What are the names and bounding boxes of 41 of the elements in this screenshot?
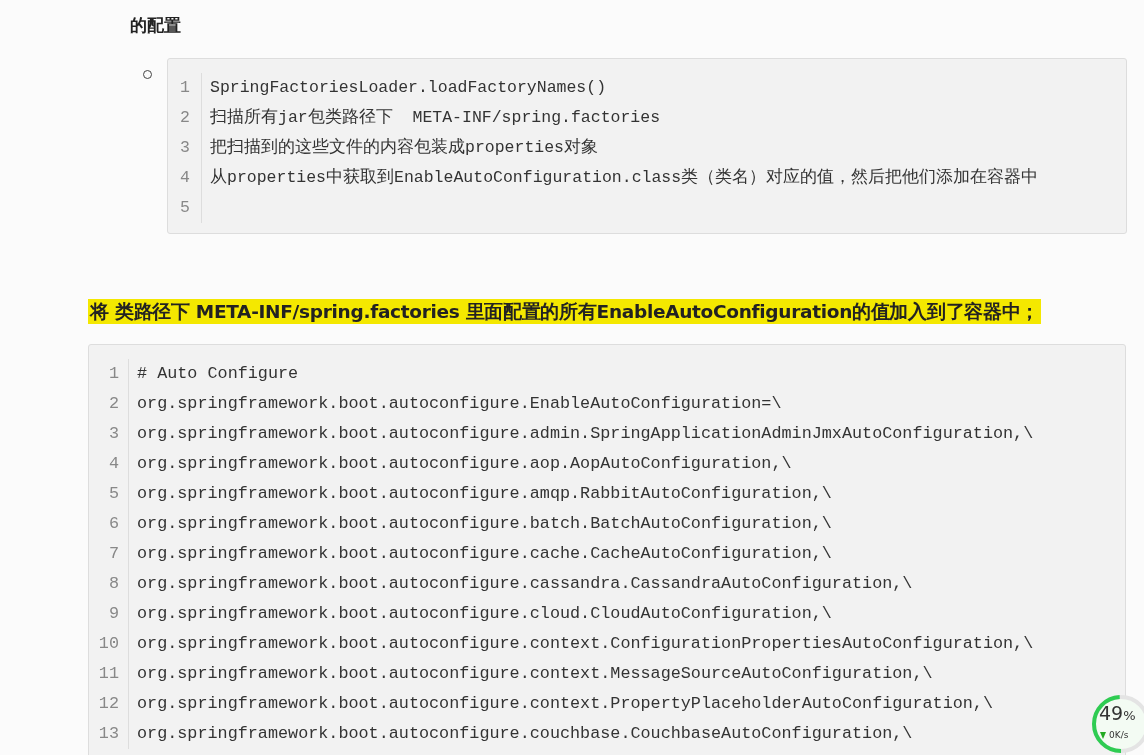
line-number: 13: [97, 723, 119, 745]
code-line: 从properties中获取到EnableAutoConfiguration.class类（类名）对应的值，然后把他们添加在容器中: [210, 166, 1039, 189]
code-line: org.springframework.boot.autoconfigure.admin.SpringApplicationAdminJmxAutoConfiguration,\: [137, 423, 1034, 445]
code-line: org.springframework.boot.autoconfigure.cloud.CloudAutoConfiguration,\: [137, 603, 833, 625]
code-line: org.springframework.boot.autoconfigure.context.PropertyPlaceholderAutoConfiguration,\: [137, 693, 994, 715]
line-number: 8: [107, 573, 119, 595]
line-number: 3: [107, 423, 119, 445]
line-number: 5: [179, 197, 190, 219]
percent-value: 49: [1099, 702, 1124, 724]
code-line: 扫描所有jar包类路径下 META-INF/spring.factories: [210, 107, 662, 129]
line-number: 2: [179, 107, 190, 129]
line-number: 7: [107, 543, 119, 565]
code-line: org.springframework.boot.autoconfigure.context.ConfigurationPropertiesAutoConfiguration,\: [137, 633, 1034, 655]
highlighted-heading: 将 类路径下 META-INF/spring.factories 里面配置的所有EnableAutoConfiguration的值加入到了容器中；: [88, 299, 1042, 324]
line-number: 1: [107, 363, 119, 385]
line-number: 9: [107, 603, 119, 625]
code-line: SpringFactoriesLoader.loadFactoryNames(): [210, 77, 608, 99]
code-line: org.springframework.boot.autoconfigure.context.MessageSourceAutoConfiguration,\: [137, 663, 934, 685]
code-line: # Auto Configure: [137, 363, 300, 385]
paragraph-text: 的配置: [130, 14, 182, 37]
line-number: 6: [107, 513, 119, 535]
line-number: 4: [107, 453, 119, 475]
speed-text: 0K/s: [1109, 730, 1129, 740]
code-line: org.springframework.boot.autoconfigure.batch.BatchAutoConfiguration,\: [137, 513, 833, 535]
code-line: 把扫描到的这些文件的内容包装成properties对象: [210, 136, 600, 159]
line-number: 5: [107, 483, 119, 505]
line-number: 12: [97, 693, 119, 715]
download-arrow-icon: [1100, 731, 1106, 739]
line-number: 3: [179, 137, 190, 159]
line-number: 11: [97, 663, 119, 685]
line-number: 4: [179, 167, 190, 189]
code-line: org.springframework.boot.autoconfigure.EnableAutoConfiguration=\: [137, 393, 783, 415]
code-line: org.springframework.boot.autoconfigure.cassandra.CassandraAutoConfiguration,\: [137, 573, 914, 595]
line-number: 2: [107, 393, 119, 415]
code-line: org.springframework.boot.autoconfigure.cache.CacheAutoConfiguration,\: [137, 543, 833, 565]
line-number: 1: [179, 77, 190, 99]
code-line: org.springframework.boot.autoconfigure.aop.AopAutoConfiguration,\: [137, 453, 793, 475]
code-line: org.springframework.boot.autoconfigure.amqp.RabbitAutoConfiguration,\: [137, 483, 833, 505]
code-line: org.springframework.boot.autoconfigure.couchbase.CouchbaseAutoConfiguration,\: [137, 723, 914, 745]
percent-unit: %: [1123, 708, 1136, 723]
line-number: 10: [97, 633, 119, 655]
